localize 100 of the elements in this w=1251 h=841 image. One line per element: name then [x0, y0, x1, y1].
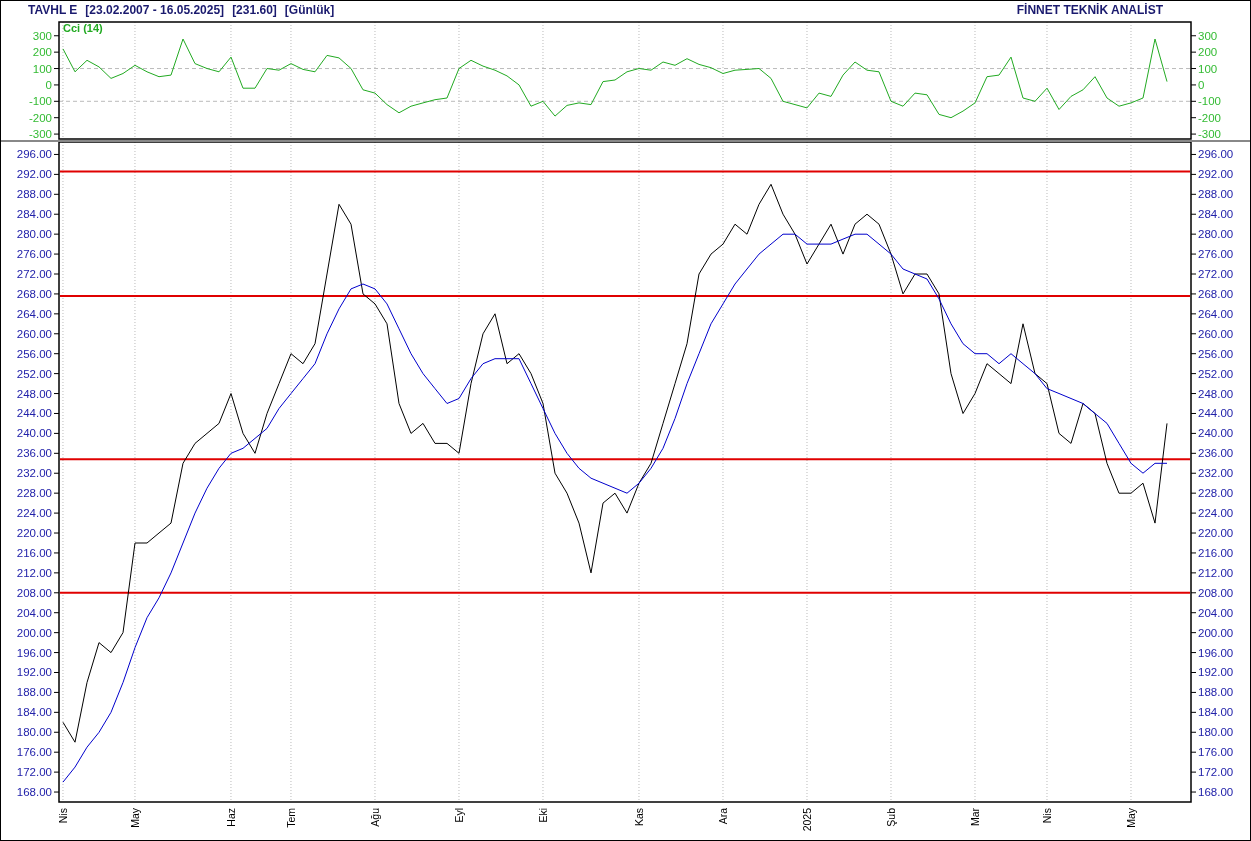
axis-label: 244.00 — [16, 407, 52, 420]
axis-label: Mar — [969, 808, 981, 827]
axis-label: 200 — [1198, 46, 1218, 59]
axis-label: 228.00 — [1198, 487, 1234, 500]
axis-label: 288.00 — [16, 188, 52, 201]
axis-label: 288.00 — [1198, 188, 1234, 201]
axis-label: 256.00 — [1198, 347, 1234, 360]
axis-label: 184.00 — [1198, 706, 1234, 719]
axis-label: May — [128, 808, 141, 828]
axis-label: 212.00 — [16, 566, 52, 579]
axis-label: -300 — [28, 128, 52, 140]
axis-label: 200 — [32, 46, 52, 59]
axis-label: -100 — [28, 95, 52, 108]
axis-label: 208.00 — [16, 586, 52, 599]
axis-label: 268.00 — [1198, 287, 1234, 300]
axis-label: 284.00 — [1198, 208, 1234, 221]
axis-label: 188.00 — [1198, 686, 1234, 699]
axis-label: 240.00 — [1198, 427, 1234, 440]
symbol-label: TAVHL E — [28, 2, 78, 19]
axis-label: 220.00 — [16, 527, 52, 539]
axis-label: 172.00 — [1198, 766, 1234, 779]
axis-label: 192.00 — [1198, 666, 1234, 679]
axis-label: 196.00 — [1198, 646, 1234, 659]
axis-label: 232.00 — [1198, 467, 1234, 480]
axis-label: 2025 — [801, 808, 813, 832]
axis-label: -100 — [1198, 95, 1222, 108]
axis-label: 264.00 — [1198, 307, 1234, 320]
axis-label: Nis — [1041, 808, 1053, 824]
axis-label: 200.00 — [16, 626, 52, 639]
axis-label: 244.00 — [1198, 407, 1234, 420]
date-range-label: [23.02.2007 - 16.05.2025] — [85, 2, 225, 19]
axis-label: 176.00 — [16, 746, 52, 759]
axis-label: 236.00 — [16, 447, 52, 460]
axis-label: 260.00 — [1198, 327, 1234, 340]
axis-label: 300 — [32, 29, 52, 42]
last-price-label: [231.60] — [232, 2, 277, 19]
axis-label: 100 — [32, 62, 52, 75]
axis-label: 280.00 — [1198, 228, 1234, 241]
axis-label: 172.00 — [16, 766, 52, 779]
axis-label: 204.00 — [16, 606, 52, 619]
axis-label: 188.00 — [16, 686, 52, 699]
axis-label: 228.00 — [16, 487, 52, 500]
axis-label: 236.00 — [1198, 447, 1234, 460]
brand-label: FİNNET TEKNİK ANALİST — [1016, 2, 1163, 19]
axis-label: 180.00 — [16, 726, 52, 739]
axis-label: 0 — [1198, 78, 1205, 91]
axis-label: Ara — [717, 808, 729, 825]
axis-label: 220.00 — [1198, 527, 1234, 539]
axis-label: Eki — [537, 808, 549, 823]
axis-label: Eyl — [452, 808, 465, 823]
axis-label: 208.00 — [1198, 586, 1234, 599]
axis-label: Şub — [885, 808, 897, 827]
axis-label: 184.00 — [16, 706, 52, 719]
axis-label: 260.00 — [16, 327, 52, 340]
axis-label: 252.00 — [16, 367, 52, 380]
axis-label: 272.00 — [16, 268, 52, 280]
axis-label: 240.00 — [16, 427, 52, 440]
indicator-label: Cci (14) — [63, 22, 103, 34]
axis-label: Tem — [284, 808, 297, 828]
period-label: [Günlük] — [284, 2, 335, 19]
axis-label: 272.00 — [1198, 268, 1234, 280]
axis-label: 192.00 — [16, 666, 52, 679]
axis-label: 292.00 — [16, 168, 52, 181]
axis-label: 292.00 — [1198, 168, 1234, 181]
axis-label: 284.00 — [16, 208, 52, 221]
axis-label: 180.00 — [1198, 726, 1234, 739]
axis-label: 216.00 — [1198, 546, 1234, 559]
axis-label: Ağu — [368, 808, 381, 827]
axis-label: -300 — [1198, 128, 1222, 140]
axis-label: 168.00 — [1198, 786, 1234, 799]
axis-label: Kas — [633, 808, 645, 827]
axis-label: 100 — [1198, 62, 1218, 75]
axis-label: 264.00 — [16, 307, 52, 320]
axis-label: 204.00 — [1198, 606, 1234, 619]
axis-label: May — [1125, 808, 1137, 828]
axis-label: -200 — [1198, 111, 1222, 124]
axis-label: 212.00 — [1198, 566, 1234, 579]
axis-label: 300 — [1198, 29, 1218, 42]
axis-label: 276.00 — [16, 248, 52, 261]
axis-label: 248.00 — [16, 387, 52, 400]
axis-label: 296.00 — [16, 148, 52, 161]
axis-label: 296.00 — [1198, 148, 1234, 161]
axis-label: 280.00 — [16, 228, 52, 241]
axis-label: 200.00 — [1198, 626, 1234, 639]
axis-label: 168.00 — [16, 786, 52, 799]
axis-label: 276.00 — [1198, 248, 1234, 261]
axis-label: 256.00 — [16, 347, 52, 360]
axis-label: 176.00 — [1198, 746, 1234, 759]
axis-label: 216.00 — [16, 546, 52, 559]
axis-label: Nis — [56, 808, 69, 824]
axis-label: 0 — [45, 78, 52, 91]
axis-label: 252.00 — [1198, 367, 1234, 380]
axis-label: 268.00 — [16, 287, 52, 300]
axis-label: 248.00 — [1198, 387, 1234, 400]
axis-label: 224.00 — [1198, 507, 1234, 520]
axis-label: 232.00 — [16, 467, 52, 480]
axis-label: 196.00 — [16, 646, 52, 659]
axis-label: Haz — [224, 808, 237, 827]
axis-label: 224.00 — [16, 507, 52, 520]
axis-label: -200 — [28, 111, 52, 124]
